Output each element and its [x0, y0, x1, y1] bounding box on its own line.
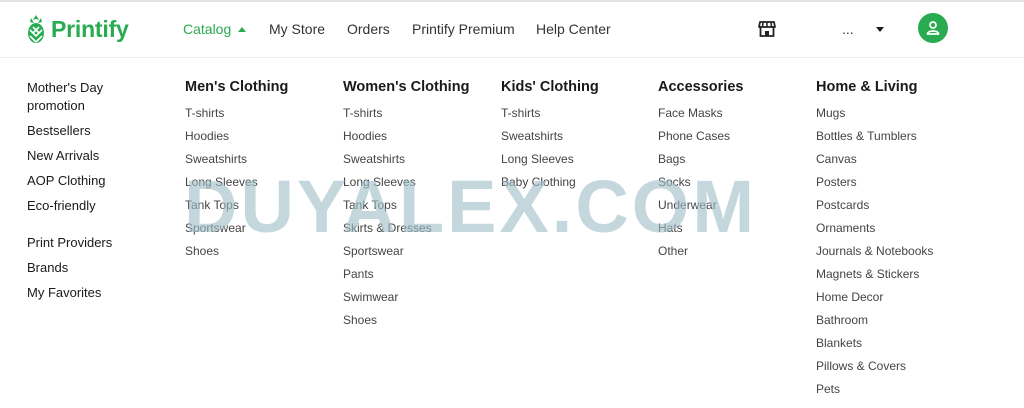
menu-link[interactable]: Sweatshirts [185, 152, 288, 175]
menu-link[interactable]: T-shirts [343, 106, 469, 129]
menu-link[interactable]: Swimwear [343, 290, 469, 313]
menu-link[interactable]: Long Sleeves [185, 175, 288, 198]
menu-link[interactable]: Sweatshirts [343, 152, 469, 175]
menu-column-home-living: Home & Living Mugs Bottles & Tumblers Ca… [816, 78, 933, 405]
user-icon [926, 21, 940, 35]
menu-link[interactable]: Posters [816, 175, 933, 198]
menu-link[interactable]: Ornaments [816, 221, 933, 244]
menu-link[interactable]: Postcards [816, 198, 933, 221]
nav-my-store[interactable]: My Store [269, 21, 325, 37]
menu-link[interactable]: Shoes [343, 313, 469, 336]
menu-link[interactable]: Tank Tops [343, 198, 469, 221]
top-navigation-bar: Printify Catalog My Store Orders Printif… [0, 2, 1024, 58]
menu-link[interactable]: Home Decor [816, 290, 933, 313]
menu-link[interactable]: Socks [658, 175, 743, 198]
menu-link[interactable]: Bathroom [816, 313, 933, 336]
menu-column-mens-clothing: Men's Clothing T-shirts Hoodies Sweatshi… [185, 78, 288, 267]
chevron-down-icon [875, 26, 884, 32]
menu-link[interactable]: Pillows & Covers [816, 359, 933, 382]
pineapple-logo-icon [28, 15, 44, 43]
store-icon[interactable] [758, 20, 776, 38]
menu-column-accessories: Accessories Face Masks Phone Cases Bags … [658, 78, 743, 267]
sidebar-item-mothers-day[interactable]: Mother's Day promotion [27, 79, 147, 115]
nav-help-center[interactable]: Help Center [536, 21, 611, 37]
brand-name: Printify [51, 15, 129, 42]
store-selector-dropdown[interactable]: ... [842, 21, 884, 37]
caret-up-icon [238, 27, 247, 32]
menu-link[interactable]: T-shirts [501, 106, 599, 129]
menu-link[interactable]: Long Sleeves [501, 152, 599, 175]
sidebar-item-my-favorites[interactable]: My Favorites [27, 284, 147, 302]
menu-link[interactable]: Canvas [816, 152, 933, 175]
menu-link[interactable]: Underwear [658, 198, 743, 221]
menu-link[interactable]: Tank Tops [185, 198, 288, 221]
nav-catalog-label: Catalog [183, 21, 232, 37]
menu-link[interactable]: Sportswear [185, 221, 288, 244]
menu-link[interactable]: Face Masks [658, 106, 743, 129]
menu-link[interactable]: Hoodies [185, 129, 288, 152]
menu-link[interactable]: Long Sleeves [343, 175, 469, 198]
menu-link[interactable]: T-shirts [185, 106, 288, 129]
menu-column-kids-clothing: Kids' Clothing T-shirts Sweatshirts Long… [501, 78, 599, 198]
menu-link[interactable]: Phone Cases [658, 129, 743, 152]
menu-link[interactable]: Magnets & Stickers [816, 267, 933, 290]
column-title[interactable]: Accessories [658, 78, 743, 96]
sidebar-item-eco-friendly[interactable]: Eco-friendly [27, 197, 147, 215]
sidebar-item-print-providers[interactable]: Print Providers [27, 234, 147, 252]
user-avatar-button[interactable] [918, 13, 948, 43]
menu-link[interactable]: Pets [816, 382, 933, 405]
menu-link[interactable]: Sportswear [343, 244, 469, 267]
column-title[interactable]: Kids' Clothing [501, 78, 599, 96]
menu-link[interactable]: Other [658, 244, 743, 267]
column-title[interactable]: Men's Clothing [185, 78, 288, 96]
sidebar-item-brands[interactable]: Brands [27, 259, 147, 277]
menu-link[interactable]: Hats [658, 221, 743, 244]
printify-logo[interactable]: Printify [26, 14, 129, 44]
menu-link[interactable]: Baby Clothing [501, 175, 599, 198]
store-selector-value: ... [842, 21, 854, 37]
menu-link[interactable]: Skirts & Dresses [343, 221, 469, 244]
sidebar-item-aop-clothing[interactable]: AOP Clothing [27, 172, 147, 190]
menu-link[interactable]: Journals & Notebooks [816, 244, 933, 267]
menu-column-womens-clothing: Women's Clothing T-shirts Hoodies Sweats… [343, 78, 469, 336]
menu-link[interactable]: Shoes [185, 244, 288, 267]
catalog-sidebar: Mother's Day promotion Bestsellers New A… [27, 79, 147, 309]
menu-link[interactable]: Bottles & Tumblers [816, 129, 933, 152]
column-title[interactable]: Women's Clothing [343, 78, 469, 96]
sidebar-item-bestsellers[interactable]: Bestsellers [27, 122, 147, 140]
menu-link[interactable]: Hoodies [343, 129, 469, 152]
column-title[interactable]: Home & Living [816, 78, 933, 96]
sidebar-divider [27, 222, 147, 234]
menu-link[interactable]: Sweatshirts [501, 129, 599, 152]
sidebar-item-new-arrivals[interactable]: New Arrivals [27, 147, 147, 165]
nav-catalog[interactable]: Catalog [183, 21, 247, 37]
menu-link[interactable]: Bags [658, 152, 743, 175]
menu-link[interactable]: Blankets [816, 336, 933, 359]
menu-link[interactable]: Mugs [816, 106, 933, 129]
nav-printify-premium[interactable]: Printify Premium [412, 21, 515, 37]
nav-orders[interactable]: Orders [347, 21, 390, 37]
menu-link[interactable]: Pants [343, 267, 469, 290]
